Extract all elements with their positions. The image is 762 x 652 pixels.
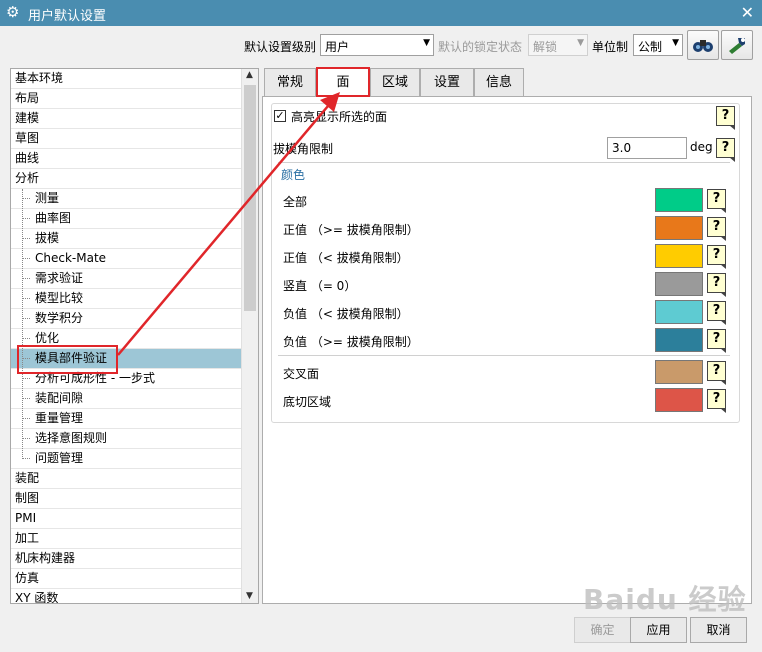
watermark: Baidu 经验 bbox=[583, 583, 747, 616]
annotation-arrow bbox=[117, 92, 340, 356]
